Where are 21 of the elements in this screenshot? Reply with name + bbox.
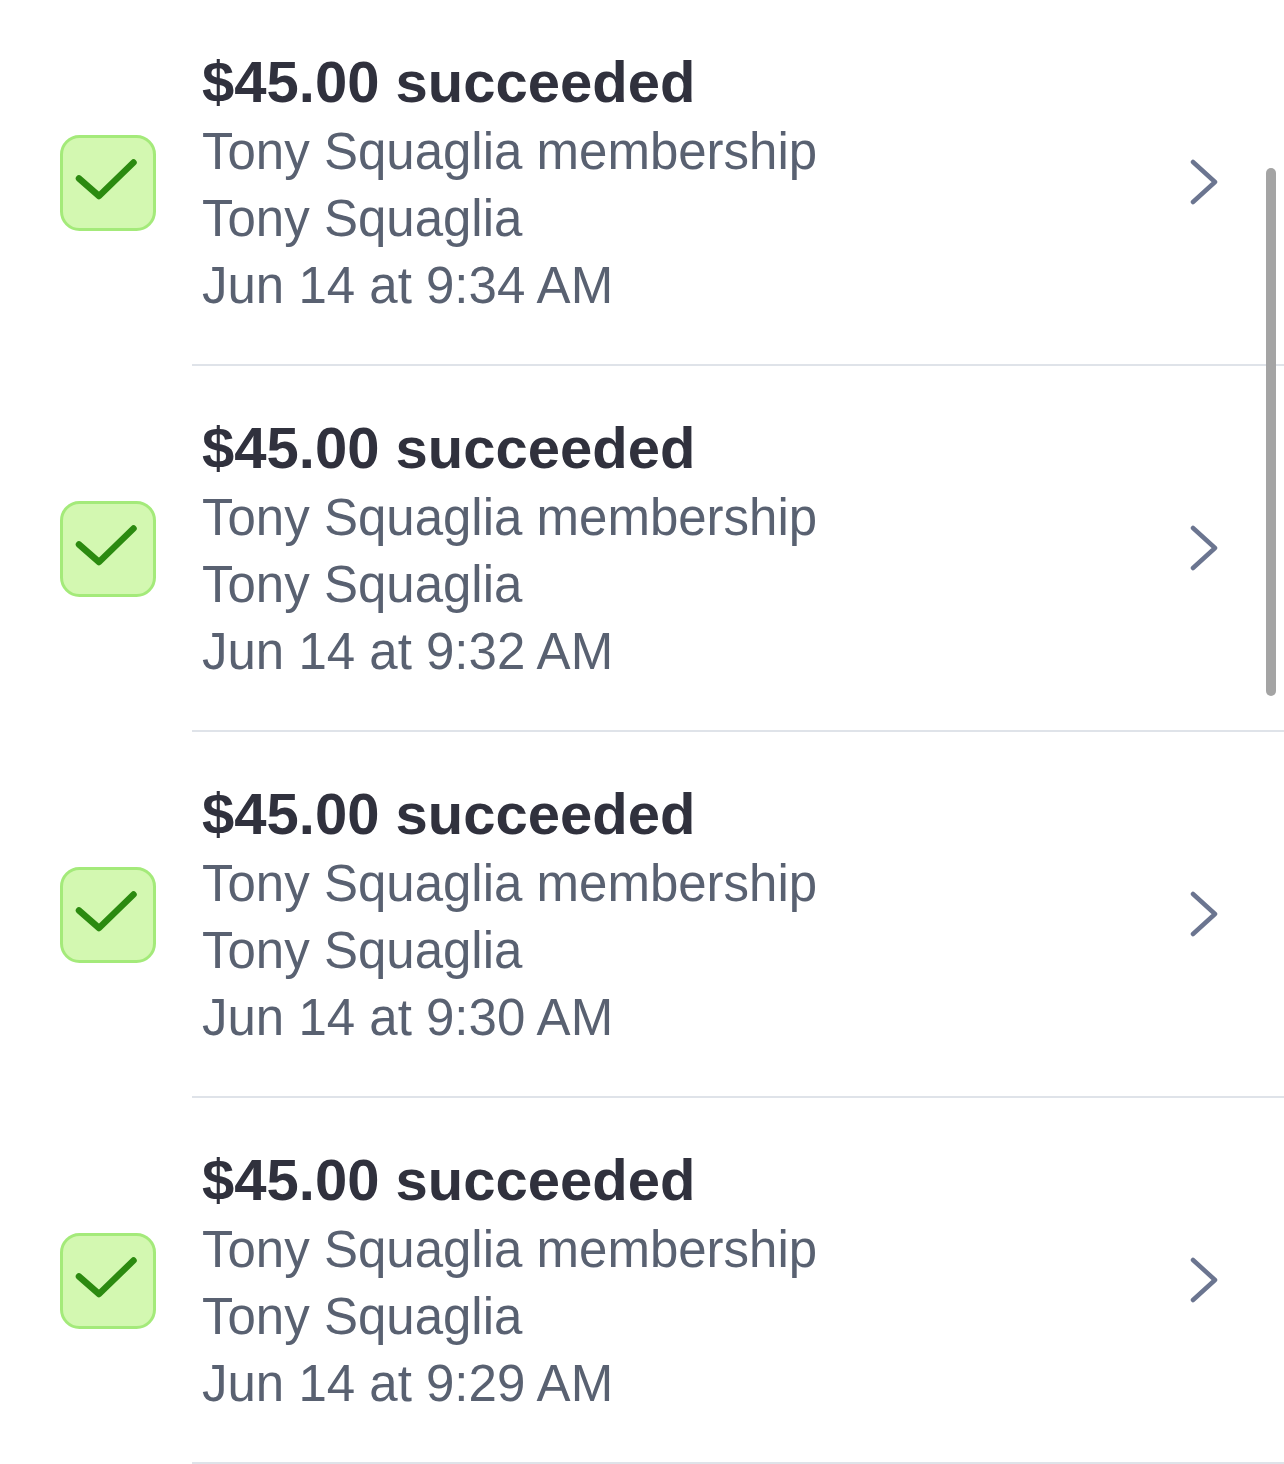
customer-name: Tony Squaglia (202, 1286, 523, 1347)
payment-date: Jun 14 at 9:29 AM (202, 1353, 614, 1414)
payment-amount-status: $45.00 succeeded (202, 779, 696, 848)
payment-description: Tony Squaglia membership (202, 487, 818, 548)
customer-name: Tony Squaglia (202, 920, 523, 981)
payment-description: Tony Squaglia membership (202, 853, 818, 914)
payment-date: Jun 14 at 9:32 AM (202, 621, 614, 682)
scrollbar[interactable] (1266, 168, 1276, 696)
payment-description: Tony Squaglia membership (202, 1219, 818, 1280)
payment-amount-status: $45.00 succeeded (202, 47, 696, 116)
payment-date: Jun 14 at 9:30 AM (202, 987, 614, 1048)
customer-name: Tony Squaglia (202, 554, 523, 615)
payment-amount-status: $45.00 succeeded (202, 413, 696, 482)
chevron-right-icon[interactable] (1190, 1257, 1218, 1303)
chevron-right-icon[interactable] (1190, 891, 1218, 937)
chevron-right-icon[interactable] (1190, 159, 1218, 205)
customer-name: Tony Squaglia (202, 188, 523, 249)
payment-date: Jun 14 at 9:34 AM (202, 255, 614, 316)
payment-description: Tony Squaglia membership (202, 121, 818, 182)
chevron-right-icon[interactable] (1190, 525, 1218, 571)
payment-amount-status: $45.00 succeeded (202, 1145, 696, 1214)
